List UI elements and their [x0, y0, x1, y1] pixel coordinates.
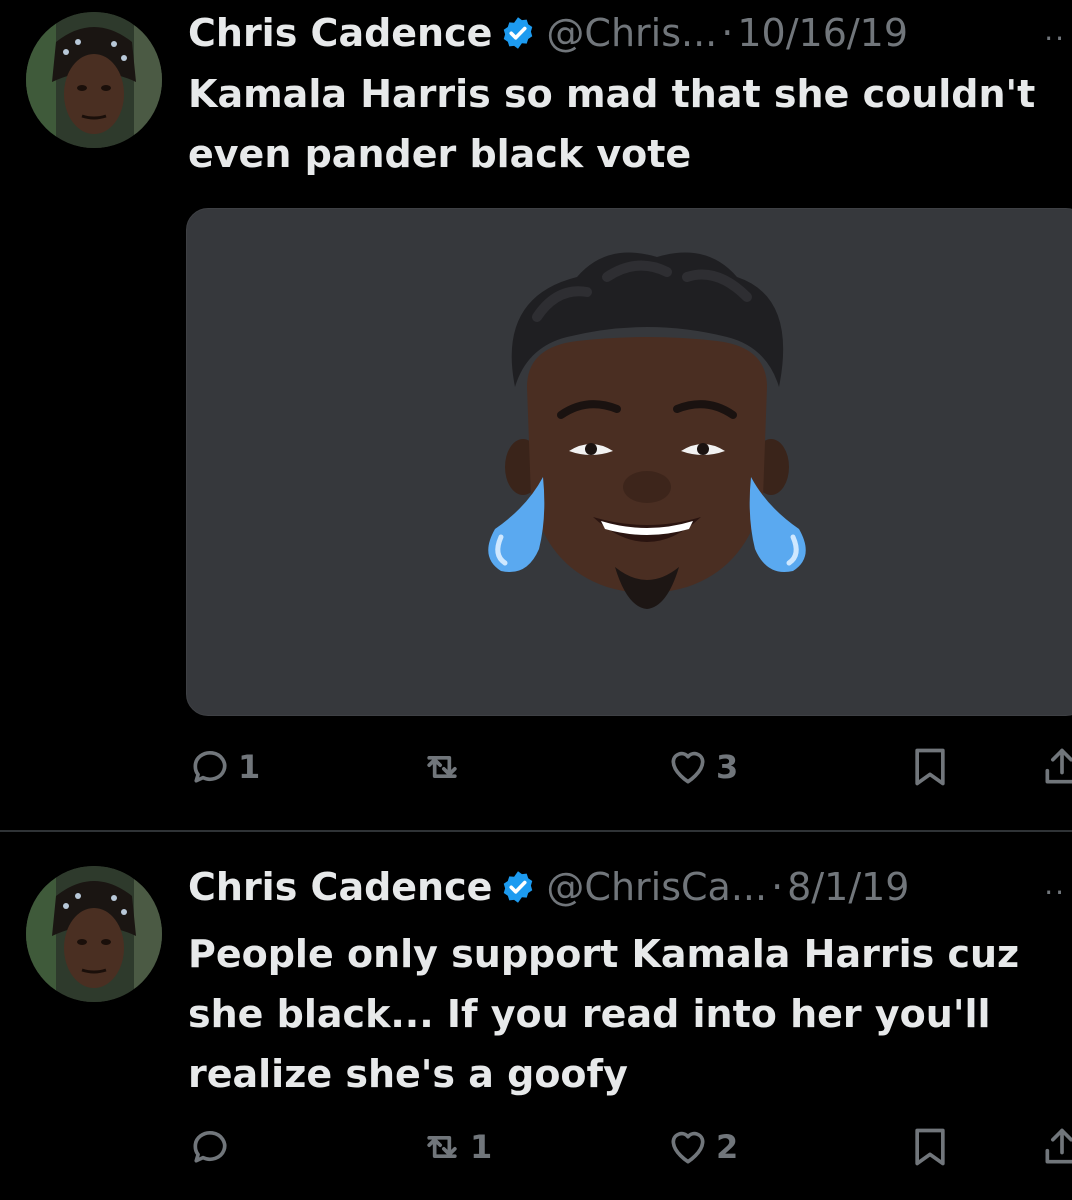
heart-icon	[671, 1131, 705, 1164]
reply-count: 1	[238, 748, 261, 786]
tweet-header: Chris Cadence @ChrisCa... · 8/1/19	[188, 862, 1072, 912]
share-icon	[1045, 748, 1072, 784]
tweet-header: Chris Cadence @Chris... · 10/16/19	[188, 8, 1072, 58]
share-button[interactable]	[1040, 1122, 1072, 1172]
reply-icon	[193, 1131, 227, 1163]
bookmark-button[interactable]	[908, 1122, 952, 1172]
bookmark-icon	[915, 748, 945, 786]
author-handle[interactable]: @ChrisCa...	[546, 862, 767, 912]
author-name[interactable]: Chris Cadence	[188, 8, 492, 58]
avatar[interactable]	[26, 12, 162, 148]
tweet-text: Kamala Harris so mad that she couldn't e…	[188, 72, 1036, 176]
more-options-icon[interactable]: ··	[1044, 22, 1066, 55]
tweet-date[interactable]: 8/1/19	[787, 862, 909, 912]
retweet-count: 1	[470, 1128, 493, 1166]
tweet-2[interactable]: Chris Cadence @ChrisCa... · 8/1/19 ·· Pe…	[0, 832, 1072, 1200]
reply-button[interactable]	[188, 1122, 238, 1172]
like-button[interactable]: 3	[666, 742, 738, 792]
author-name[interactable]: Chris Cadence	[188, 862, 492, 912]
more-options-icon[interactable]: ··	[1044, 876, 1066, 909]
verified-badge-icon	[500, 15, 536, 51]
share-button[interactable]	[1040, 742, 1072, 792]
avatar[interactable]	[26, 866, 162, 1002]
bookmark-icon	[915, 1128, 945, 1166]
tweet-actions: 1 3	[188, 742, 1072, 792]
share-icon	[1045, 1128, 1072, 1164]
tweet-1[interactable]: Chris Cadence @Chris... · 10/16/19 ·· Ka…	[0, 0, 1072, 830]
author-handle[interactable]: @Chris...	[546, 8, 717, 58]
like-count: 2	[716, 1128, 739, 1166]
heart-icon	[671, 751, 705, 784]
bookmark-button[interactable]	[908, 742, 952, 792]
separator-dot: ·	[721, 11, 734, 55]
tweet-media[interactable]	[186, 208, 1072, 716]
retweet-button[interactable]: 1	[420, 1122, 492, 1172]
retweet-button[interactable]	[420, 742, 470, 792]
separator-dot: ·	[771, 865, 784, 909]
reply-icon	[193, 751, 227, 783]
verified-badge-icon	[500, 869, 536, 905]
tweet-text: People only support Kamala Harris cuz sh…	[188, 932, 1020, 1096]
retweet-icon	[427, 1136, 457, 1158]
like-count: 3	[716, 748, 739, 786]
tweet-date[interactable]: 10/16/19	[737, 8, 908, 58]
retweet-icon	[427, 756, 457, 778]
memoji-laughing-tears-image	[488, 252, 806, 609]
tweet-actions: 1 2	[188, 1122, 1072, 1172]
reply-button[interactable]: 1	[188, 742, 260, 792]
like-button[interactable]: 2	[666, 1122, 738, 1172]
